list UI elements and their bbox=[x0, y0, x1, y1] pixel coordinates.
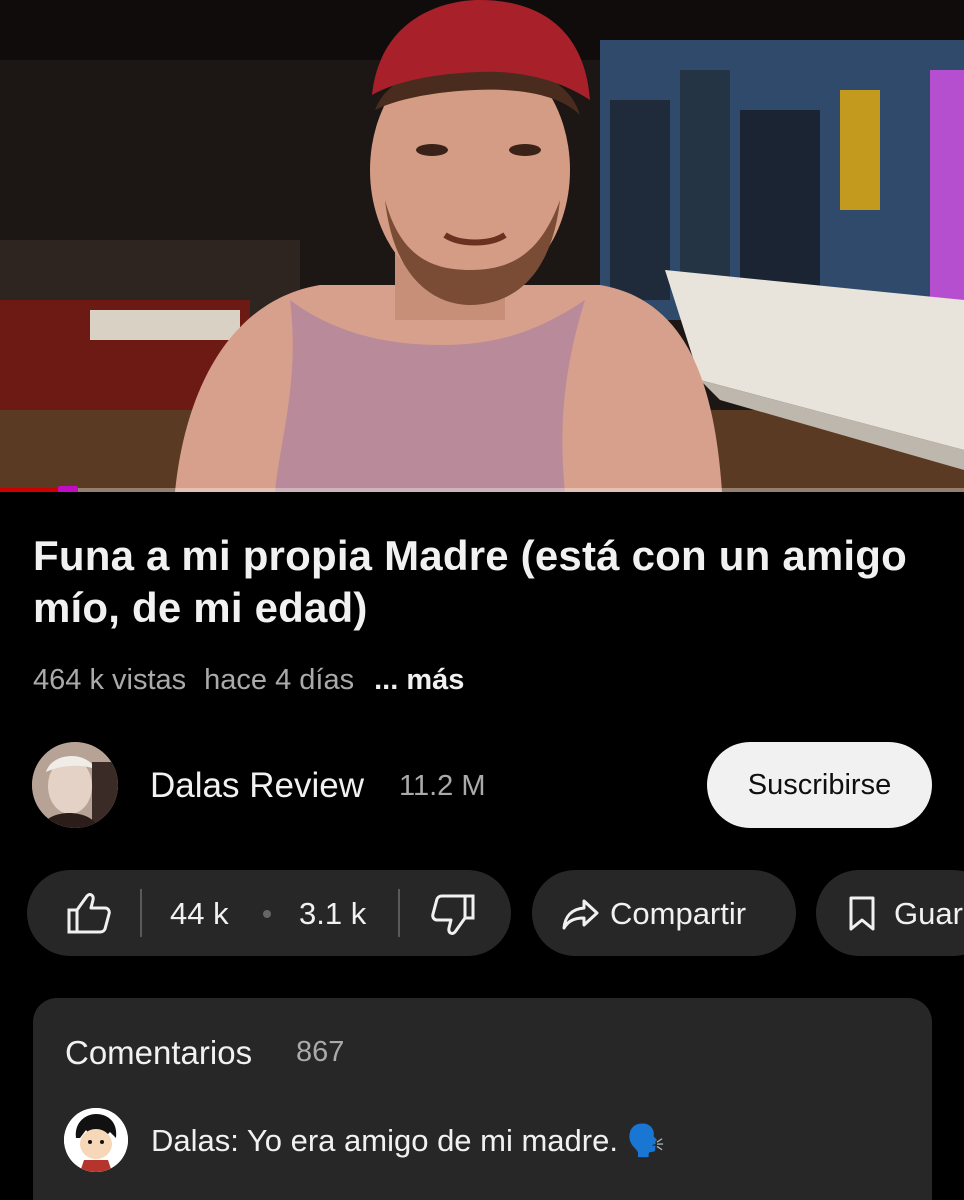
progress-track[interactable] bbox=[0, 488, 964, 492]
subscribe-button[interactable]: Suscribirse bbox=[707, 742, 932, 828]
share-button[interactable]: Compartir bbox=[532, 870, 796, 956]
video-watch-page: Funa a mi propia Madre (está con un amig… bbox=[0, 0, 964, 1200]
like-dislike-bar: 44 k 3.1 k bbox=[27, 870, 511, 956]
comments-section[interactable]: Comentarios 867 Dalas: Yo era amigo de m… bbox=[33, 998, 932, 1200]
thumbs-up-icon[interactable] bbox=[67, 892, 111, 939]
comment-avatar[interactable] bbox=[64, 1108, 128, 1172]
channel-name[interactable]: Dalas Review bbox=[150, 766, 364, 806]
channel-row: Dalas Review 11.2 M Suscribirse bbox=[32, 740, 932, 830]
save-label: Guar bbox=[894, 896, 963, 931]
comments-title: Comentarios bbox=[65, 1034, 253, 1071]
subscriber-count: 11.2 M bbox=[399, 770, 486, 802]
view-count: 464 k vistas bbox=[33, 663, 187, 696]
upload-age: hace 4 días bbox=[204, 663, 355, 696]
dislike-count[interactable]: 3.1 k bbox=[299, 896, 366, 932]
like-count[interactable]: 44 k bbox=[170, 896, 229, 932]
save-button[interactable]: Guar bbox=[816, 870, 964, 956]
video-player[interactable] bbox=[0, 0, 964, 492]
bookmark-icon bbox=[848, 896, 876, 937]
video-frame bbox=[0, 0, 964, 492]
like-divider-left bbox=[140, 889, 142, 937]
thumbs-down-icon[interactable] bbox=[431, 894, 475, 941]
top-comment-text: Dalas: Yo era amigo de mi madre. 🗣️ bbox=[151, 1123, 666, 1158]
comments-count: 867 bbox=[296, 1036, 345, 1068]
video-meta[interactable]: 464 k vistas hace 4 días ... más bbox=[33, 660, 464, 700]
share-arrow-icon bbox=[562, 898, 600, 935]
separator-dot bbox=[263, 910, 271, 918]
more-link[interactable]: ... más bbox=[374, 664, 464, 697]
video-title[interactable]: Funa a mi propia Madre (está con un amig… bbox=[33, 530, 933, 634]
share-label: Compartir bbox=[610, 896, 747, 931]
channel-avatar-image bbox=[32, 742, 118, 828]
channel-avatar[interactable] bbox=[32, 742, 118, 828]
progress-scrubber[interactable] bbox=[58, 486, 78, 492]
like-divider-right bbox=[398, 889, 400, 937]
